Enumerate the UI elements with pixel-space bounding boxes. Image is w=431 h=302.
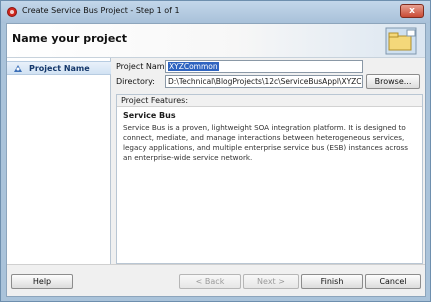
project-features-panel: Project Features: Service Bus Service Bu… bbox=[116, 94, 423, 264]
wizard-steps-panel: Project Name bbox=[7, 58, 111, 264]
help-button[interactable]: Help bbox=[11, 274, 73, 289]
close-button[interactable]: x bbox=[400, 4, 424, 18]
wizard-button-bar: Help < Back Next > Finish Cancel bbox=[7, 264, 425, 296]
title-bar[interactable]: Create Service Bus Project - Step 1 of 1… bbox=[1, 1, 430, 23]
create-service-bus-project-dialog: Create Service Bus Project - Step 1 of 1… bbox=[0, 0, 431, 302]
back-button[interactable]: < Back bbox=[179, 274, 241, 289]
project-folder-icon bbox=[385, 27, 417, 55]
project-features-header: Project Features: bbox=[117, 95, 422, 107]
cancel-button[interactable]: Cancel bbox=[365, 274, 421, 289]
page-title: Name your project bbox=[12, 32, 128, 45]
service-bus-feature-title: Service Bus bbox=[123, 111, 176, 120]
directory-input[interactable]: D:\Technical\BlogProjects\12c\ServiceBus… bbox=[165, 75, 363, 88]
step-label: Project Name bbox=[29, 64, 90, 73]
step-indicator-icon bbox=[14, 65, 22, 72]
dialog-content: Name your project Project Name Project N… bbox=[6, 23, 426, 297]
browse-button[interactable]: Browse... bbox=[366, 74, 420, 89]
project-name-label: Project Name: bbox=[116, 62, 173, 71]
step-project-name[interactable]: Project Name bbox=[7, 61, 111, 75]
project-name-input[interactable]: XYZCommon bbox=[165, 60, 363, 73]
window-title: Create Service Bus Project - Step 1 of 1 bbox=[22, 6, 180, 15]
service-bus-feature-description: Service Bus is a proven, lightweight SOA… bbox=[123, 123, 409, 162]
finish-button[interactable]: Finish bbox=[301, 274, 363, 289]
wizard-header: Name your project bbox=[7, 24, 425, 58]
project-name-value: XYZCommon bbox=[168, 62, 219, 71]
directory-label: Directory: bbox=[116, 77, 155, 86]
project-features-heading: Project Features: bbox=[121, 96, 189, 105]
next-button[interactable]: Next > bbox=[243, 274, 299, 289]
oracle-app-icon bbox=[7, 7, 17, 17]
